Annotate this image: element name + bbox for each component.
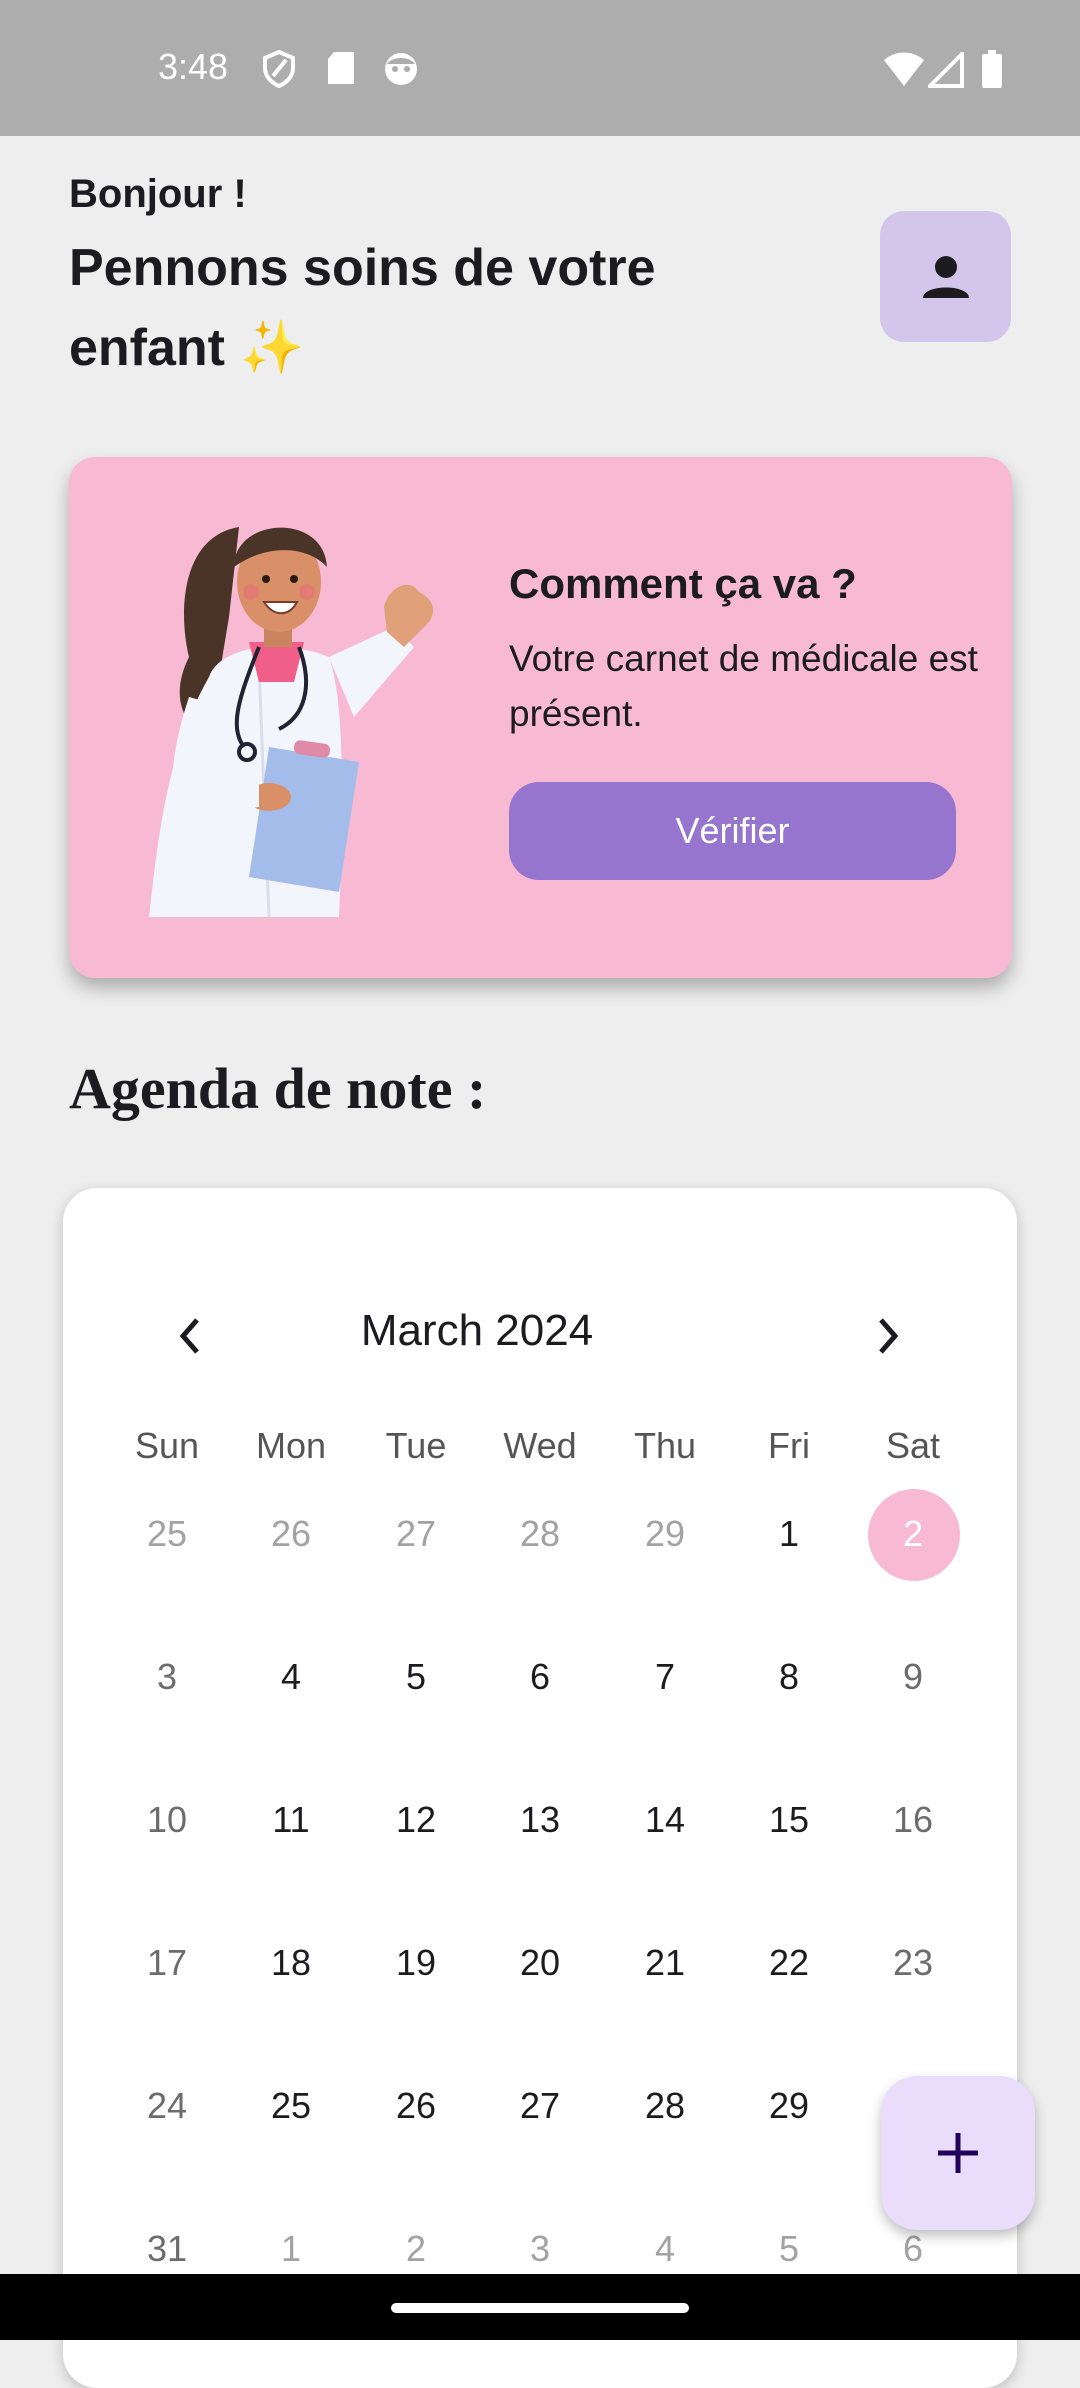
calendar-card — [63, 1188, 1017, 2388]
calendar-day[interactable]: 25 — [105, 1513, 229, 1555]
calendar-day[interactable]: 15 — [727, 1799, 851, 1841]
calendar-day[interactable]: 23 — [851, 1942, 975, 1984]
card-title: Comment ça va ? — [509, 560, 857, 607]
plus-icon — [938, 2133, 978, 2173]
calendar-day[interactable]: 20 — [478, 1942, 602, 1984]
month-label: March 2024 — [360, 1306, 594, 1355]
calendar-day[interactable]: 25 — [229, 2085, 353, 2127]
page-title: Pennons soins de votre enfant ✨ — [69, 228, 709, 388]
agenda-title: Agenda de note : — [69, 1056, 487, 1121]
person-icon — [922, 255, 969, 298]
status-time: 3:48 — [158, 46, 229, 87]
health-record-card: Comment ça va ? Votre carnet de médicale… — [69, 457, 1012, 978]
calendar-day[interactable]: 4 — [603, 2228, 727, 2270]
calendar-day[interactable]: 14 — [603, 1799, 727, 1841]
verify-button[interactable]: Vérifier — [509, 782, 956, 880]
wifi-icon — [884, 52, 924, 86]
calendar-day[interactable]: 16 — [851, 1799, 975, 1841]
calendar-day[interactable]: 19 — [354, 1942, 478, 1984]
signal-icon — [928, 52, 964, 88]
calendar-day[interactable]: 5 — [354, 1656, 478, 1698]
calendar-day[interactable]: 10 — [105, 1799, 229, 1841]
chevron-right-icon — [879, 1318, 899, 1354]
calendar-day[interactable]: 13 — [478, 1799, 602, 1841]
calendar-day[interactable]: 2 — [354, 2228, 478, 2270]
calendar-day[interactable]: 6 — [851, 2228, 975, 2270]
sparkle-emoji: ✨ — [239, 319, 305, 377]
calendar-day[interactable]: 3 — [478, 2228, 602, 2270]
weekday-label: Mon — [255, 1425, 327, 1466]
greeting: Bonjour ! — [69, 172, 247, 216]
calendar-day[interactable]: 27 — [478, 2085, 602, 2127]
headline-line2: enfant — [69, 319, 225, 377]
battery-icon — [982, 50, 1002, 88]
calendar-day[interactable]: 17 — [105, 1942, 229, 1984]
weekday-label: Tue — [385, 1425, 447, 1466]
calendar-day[interactable]: 26 — [354, 2085, 478, 2127]
face-icon — [385, 53, 417, 85]
calendar-day[interactable]: 6 — [478, 1656, 602, 1698]
calendar-day[interactable]: 7 — [603, 1656, 727, 1698]
card-message: Votre carnet de médicale est présent. — [509, 638, 978, 734]
doctor-illustration — [149, 527, 434, 917]
calendar-day[interactable]: 21 — [603, 1942, 727, 1984]
home-indicator[interactable] — [391, 2303, 689, 2313]
calendar-day-selected[interactable]: 2 — [851, 1513, 975, 1555]
calendar-day[interactable]: 31 — [105, 2228, 229, 2270]
calendar-day[interactable]: 3 — [105, 1656, 229, 1698]
weekday-label: Fri — [768, 1425, 810, 1466]
calendar-day[interactable]: 29 — [603, 1513, 727, 1555]
calendar-day[interactable]: 4 — [229, 1656, 353, 1698]
shield-icon — [263, 50, 295, 88]
calendar-day[interactable]: 28 — [478, 1513, 602, 1555]
weekday-label: Sat — [885, 1425, 941, 1466]
headline-line1: Pennons soins de votre — [69, 239, 656, 297]
weekday-label: Sun — [134, 1425, 200, 1466]
calendar-day[interactable]: 29 — [727, 2085, 851, 2127]
calendar-day[interactable]: 26 — [229, 1513, 353, 1555]
calendar-day[interactable]: 27 — [354, 1513, 478, 1555]
calendar-day[interactable]: 22 — [727, 1942, 851, 1984]
next-month-button[interactable] — [858, 1306, 918, 1366]
calendar-day[interactable]: 11 — [229, 1799, 353, 1841]
calendar-day[interactable]: 18 — [229, 1942, 353, 1984]
calendar-day[interactable]: 12 — [354, 1799, 478, 1841]
profile-button[interactable] — [880, 211, 1011, 342]
calendar-day[interactable]: 9 — [851, 1656, 975, 1698]
weekday-label: Wed — [503, 1425, 577, 1466]
calendar-day[interactable]: 5 — [727, 2228, 851, 2270]
status-bar: 3:48 — [0, 0, 1080, 136]
weekday-label: Thu — [633, 1425, 697, 1466]
add-note-button[interactable] — [881, 2076, 1035, 2230]
calendar-day[interactable]: 24 — [105, 2085, 229, 2127]
calendar-day[interactable]: 1 — [727, 1513, 851, 1555]
sd-card-icon — [328, 52, 354, 84]
calendar-day[interactable]: 1 — [229, 2228, 353, 2270]
calendar-day[interactable]: 28 — [603, 2085, 727, 2127]
calendar-day[interactable]: 8 — [727, 1656, 851, 1698]
